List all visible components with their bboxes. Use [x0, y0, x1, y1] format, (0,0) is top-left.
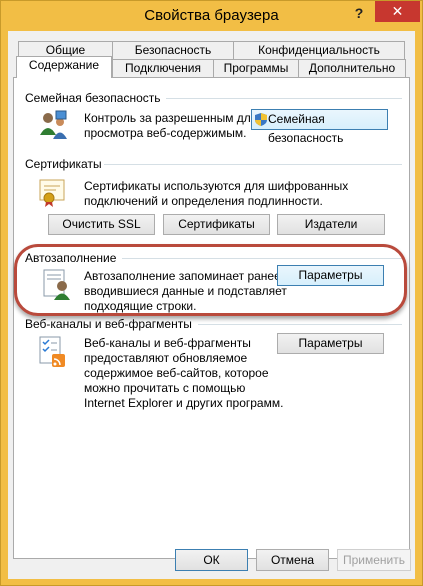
feeds-desc-line1: Веб-каналы и веб-фрагменты — [84, 336, 251, 350]
certificates-desc-line1: Сертификаты используются для шифрованных — [84, 179, 349, 193]
certificates-desc-line2: подключений и определения подлинности. — [84, 194, 323, 208]
family-safety-icon — [40, 110, 67, 139]
group-divider — [122, 258, 402, 259]
clear-ssl-button[interactable]: Очистить SSL — [48, 214, 155, 235]
feeds-group-title: Веб-каналы и веб-фрагменты — [25, 317, 192, 331]
autocomplete-icon — [43, 269, 70, 300]
feeds-settings-button[interactable]: Параметры — [277, 333, 384, 354]
feeds-desc-line3: содержимое веб-сайтов, которое — [84, 366, 269, 380]
tab-security[interactable]: Безопасность — [112, 41, 234, 59]
feeds-desc-line2: предоставляют обновляемое — [84, 351, 248, 365]
certificate-icon — [39, 179, 65, 207]
tab-connections[interactable]: Подключения — [112, 59, 214, 77]
publishers-button[interactable]: Издатели — [277, 214, 385, 235]
group-divider — [104, 164, 402, 165]
help-button[interactable]: ? — [347, 3, 371, 23]
feeds-desc-line5: Internet Explorer и других программ. — [84, 396, 284, 410]
title-bar[interactable]: Свойства браузера ? ✕ — [1, 1, 422, 31]
dialog-client-area: Общие Безопасность Конфиденциальность Со… — [8, 31, 415, 579]
autocomplete-group-title: Автозаполнение — [25, 251, 117, 265]
feeds-desc-line4: можно прочитать с помощью — [84, 381, 246, 395]
tab-privacy[interactable]: Конфиденциальность — [233, 41, 405, 59]
uac-shield-icon — [255, 113, 267, 126]
certificates-group-title: Сертификаты — [25, 157, 102, 171]
autocomplete-desc-line1: Автозаполнение запоминает ранее — [84, 269, 281, 283]
dialog-window: Свойства браузера ? ✕ Общие Безопасность… — [0, 0, 423, 586]
apply-button[interactable]: Применить — [337, 549, 411, 571]
family-safety-desc-line1: Контроль за разрешенным для — [84, 111, 258, 125]
tab-programs[interactable]: Программы — [213, 59, 299, 77]
group-divider — [198, 324, 402, 325]
family-safety-button-label: Семейная безопасность — [268, 112, 344, 145]
feeds-icon — [39, 336, 65, 367]
tab-advanced[interactable]: Дополнительно — [298, 59, 406, 77]
certificates-button[interactable]: Сертификаты — [163, 214, 270, 235]
autocomplete-desc-line3: подходящие строки. — [84, 299, 197, 313]
family-safety-group-title: Семейная безопасность — [25, 91, 161, 105]
autocomplete-desc-line2: вводившиеся данные и подставляет — [84, 284, 287, 298]
family-safety-button[interactable]: Семейная безопасность — [251, 109, 388, 145]
tab-content[interactable]: Содержание — [16, 56, 112, 78]
ok-button[interactable]: ОК — [175, 549, 248, 571]
family-safety-desc-line2: просмотра веб-содержимым. — [84, 126, 247, 140]
autocomplete-settings-button[interactable]: Параметры — [277, 265, 384, 286]
cancel-button[interactable]: Отмена — [256, 549, 329, 571]
close-button[interactable]: ✕ — [375, 1, 420, 22]
group-divider — [166, 98, 402, 99]
